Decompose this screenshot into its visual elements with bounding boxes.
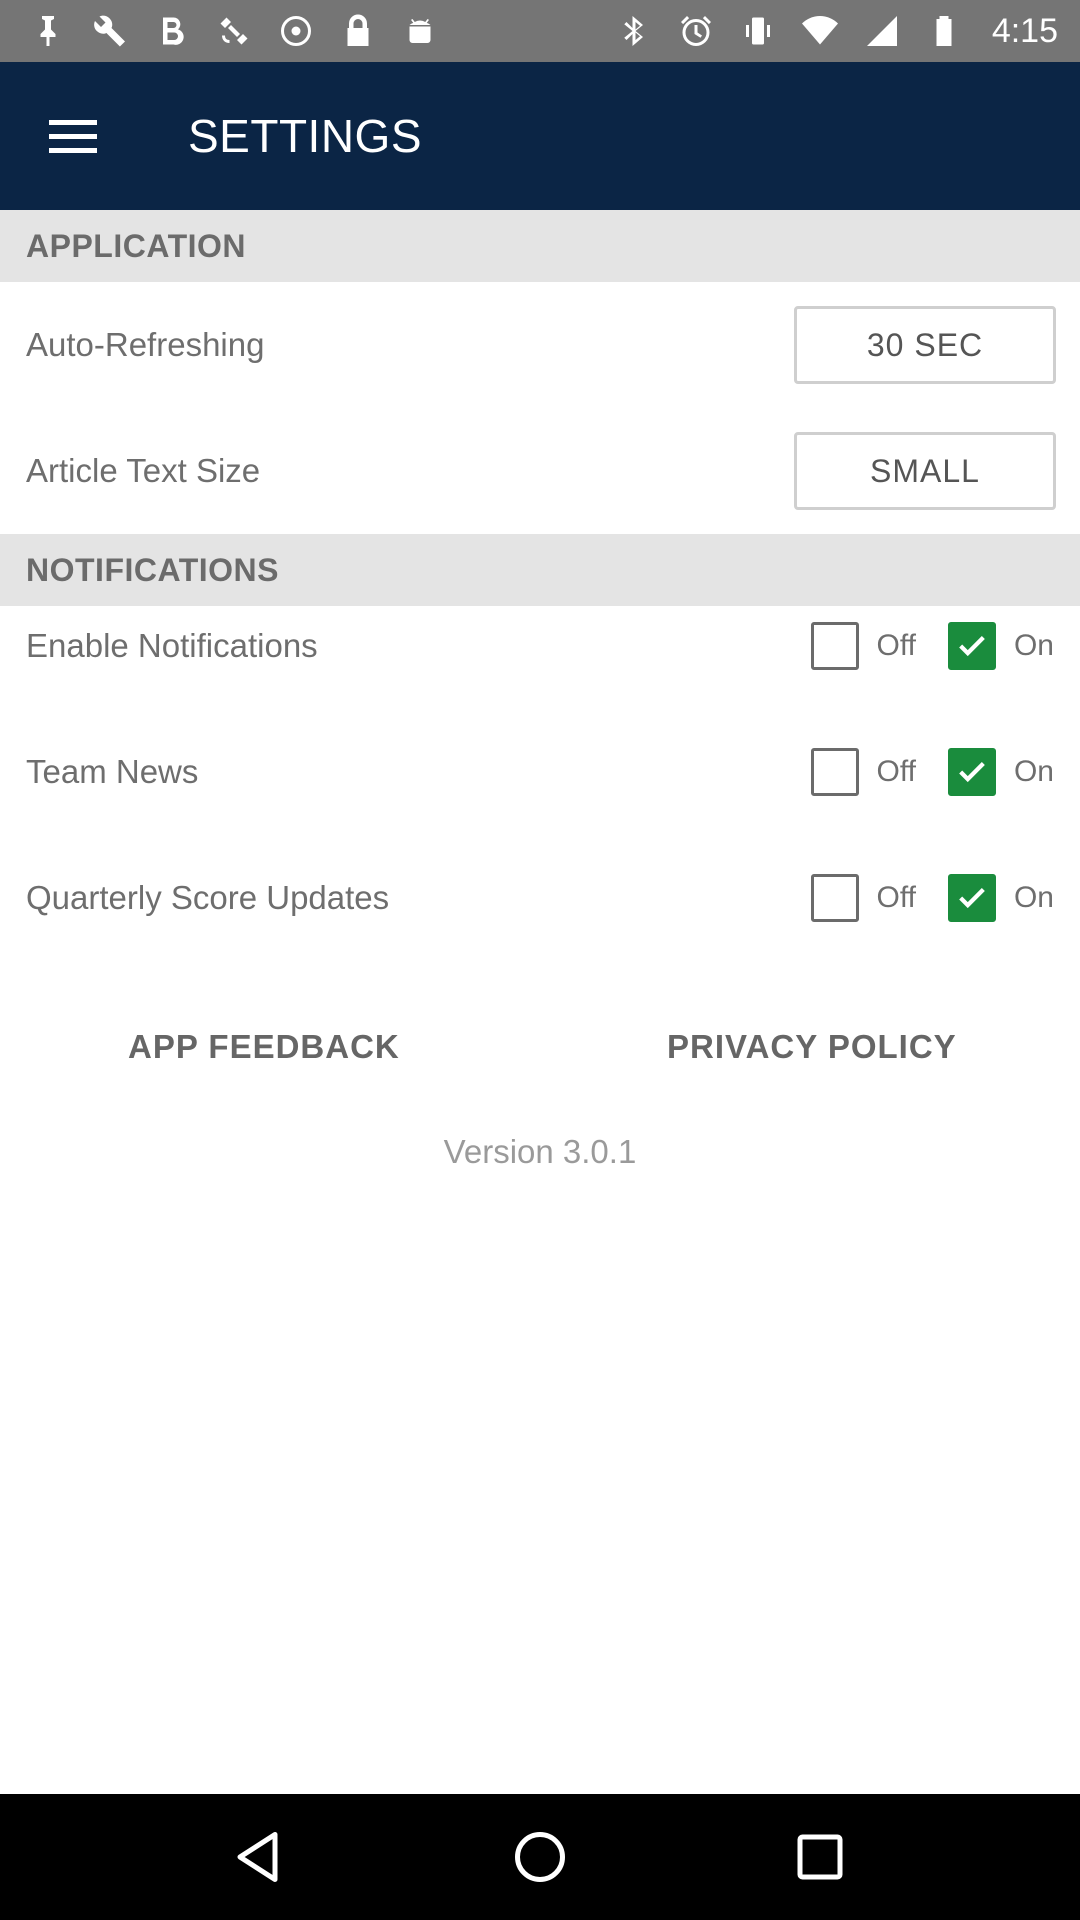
home-icon	[515, 1832, 565, 1882]
off-checkbox[interactable]	[810, 622, 859, 670]
quarterly-updates-row: Quarterly Score Updates Off On	[0, 858, 1080, 938]
text-size-row: Article Text Size SMALL	[0, 408, 1080, 534]
lock-icon	[338, 11, 378, 51]
off-checkbox[interactable]	[810, 874, 859, 922]
version-text: Version 3.0.1	[443, 1133, 637, 1170]
quarterly-updates-toggle: Off On	[810, 874, 1054, 922]
android-icon	[400, 11, 440, 51]
checkmark-icon	[959, 761, 985, 783]
on-label: On	[1013, 881, 1054, 914]
signal-icon	[862, 11, 902, 51]
off-option[interactable]: Off	[810, 874, 916, 922]
status-time: 4:15	[991, 11, 1058, 50]
satellite-icon	[214, 11, 254, 51]
bluetooth-icon	[614, 11, 654, 51]
status-right-icons: 4:15	[614, 11, 1058, 51]
on-checkbox[interactable]	[947, 622, 996, 670]
privacy-policy-link[interactable]: PRIVACY POLICY	[667, 1028, 957, 1066]
off-checkbox[interactable]	[810, 748, 859, 796]
page-title: SETTINGS	[188, 110, 423, 162]
section-header-notifications: NOTIFICATIONS	[0, 534, 1080, 606]
off-label: Off	[876, 755, 916, 788]
status-bar: 4:15	[0, 0, 1080, 62]
text-size-label: Article Text Size	[26, 452, 261, 489]
checkmark-icon	[959, 635, 985, 657]
on-label: On	[1013, 755, 1054, 788]
on-checkbox[interactable]	[947, 748, 996, 796]
b-icon	[152, 11, 192, 51]
back-icon	[237, 1832, 278, 1882]
off-option[interactable]: Off	[810, 622, 916, 670]
section-header-application: APPLICATION	[0, 210, 1080, 282]
system-nav-bar	[0, 1794, 1080, 1920]
team-news-label: Team News	[26, 753, 199, 790]
vibrate-icon	[738, 11, 778, 51]
wrench-icon	[90, 11, 130, 51]
app-bar: SETTINGS	[0, 62, 1080, 210]
off-option[interactable]: Off	[810, 748, 916, 796]
back-button[interactable]	[215, 1812, 305, 1902]
auto-refresh-row: Auto-Refreshing 30 SEC	[0, 282, 1080, 408]
auto-refresh-select[interactable]: 30 SEC	[794, 306, 1056, 384]
off-label: Off	[876, 629, 916, 662]
notification-toggle: Off On	[810, 622, 1054, 670]
footer-links: APP FEEDBACK PRIVACY POLICY	[0, 1010, 1080, 1082]
wifi-icon	[800, 11, 840, 51]
pin-icon	[28, 11, 68, 51]
notification-label: Enable Notifications	[26, 627, 318, 664]
recents-button[interactable]	[775, 1812, 865, 1902]
hamburger-menu-icon	[49, 120, 97, 153]
on-option[interactable]: On	[947, 874, 1054, 922]
quarterly-updates-label: Quarterly Score Updates	[26, 879, 390, 916]
off-label: Off	[876, 881, 916, 914]
recents-icon	[797, 1834, 843, 1880]
battery-icon	[924, 11, 964, 51]
notification-row: Enable Notifications Off On	[0, 606, 1080, 686]
auto-refresh-label: Auto-Refreshing	[26, 326, 265, 363]
team-news-row: Team News Off On	[0, 732, 1080, 812]
text-size-select[interactable]: SMALL	[794, 432, 1056, 510]
team-news-toggle: Off On	[810, 748, 1054, 796]
home-button[interactable]	[495, 1812, 585, 1902]
radio-icon	[276, 11, 316, 51]
on-label: On	[1013, 629, 1054, 662]
on-option[interactable]: On	[947, 748, 1054, 796]
menu-button[interactable]	[0, 62, 146, 210]
checkmark-icon	[959, 887, 985, 909]
alarm-icon	[676, 11, 716, 51]
on-checkbox[interactable]	[947, 874, 996, 922]
status-left-icons	[28, 11, 440, 51]
on-option[interactable]: On	[947, 622, 1054, 670]
app-feedback-link[interactable]: APP FEEDBACK	[128, 1028, 400, 1066]
